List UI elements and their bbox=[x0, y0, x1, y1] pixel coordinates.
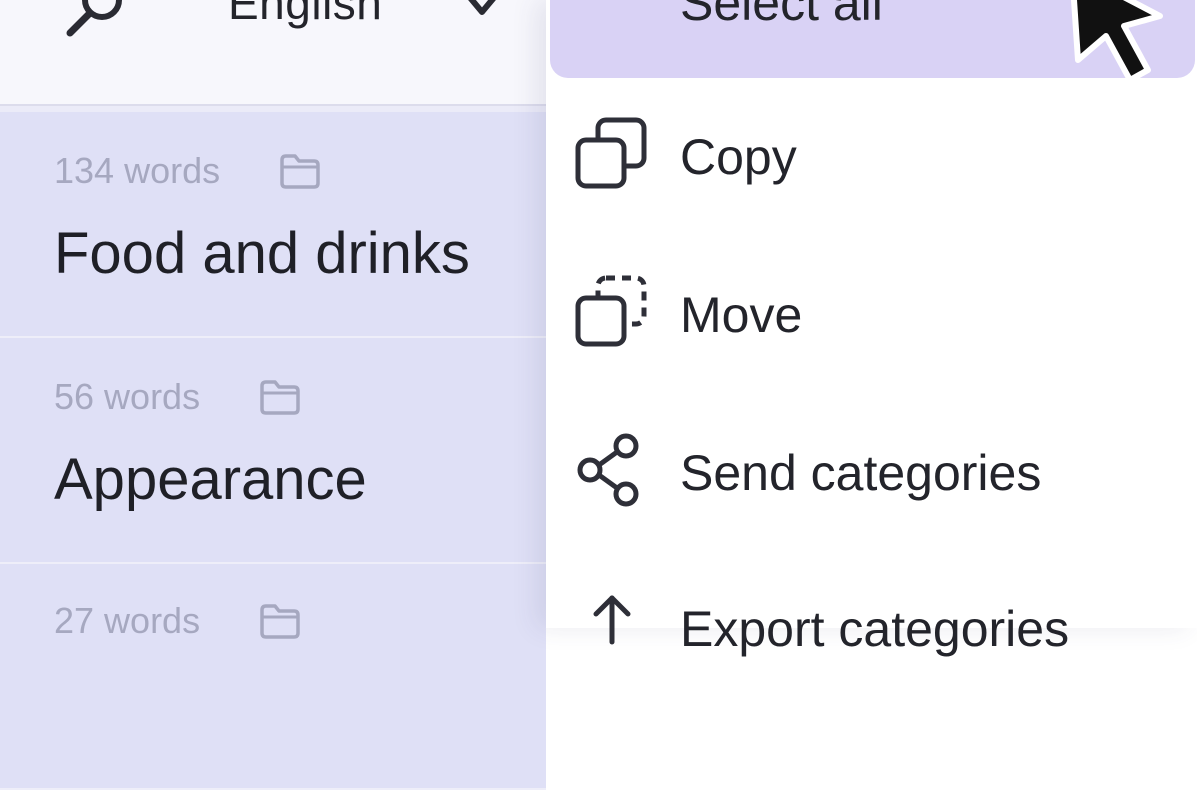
folder-icon bbox=[280, 154, 320, 189]
category-item-appearance[interactable]: 56 words Appearance bbox=[0, 338, 546, 564]
category-item-food-and-drinks[interactable]: 134 words Food and drinks bbox=[0, 112, 546, 338]
menu-item-send-categories[interactable]: Send categories bbox=[546, 396, 1197, 546]
top-bar: English bbox=[0, 0, 546, 106]
chevron-down-icon[interactable] bbox=[462, 0, 502, 20]
mouse-pointer-icon bbox=[1070, 0, 1163, 83]
search-button[interactable] bbox=[62, 0, 132, 44]
menu-item-export-categories[interactable]: Export categories bbox=[546, 556, 1197, 706]
select-all-icon bbox=[574, 0, 650, 36]
menu-item-label: Send categories bbox=[680, 445, 1042, 501]
folder-icon bbox=[260, 380, 300, 415]
menu-item-label: Copy bbox=[680, 129, 797, 185]
export-icon bbox=[593, 595, 631, 645]
language-selector[interactable]: English bbox=[228, 0, 382, 30]
word-count: 134 words bbox=[54, 150, 221, 191]
folder-icon bbox=[260, 604, 300, 639]
category-item-partial[interactable]: 27 words bbox=[0, 564, 546, 790]
word-count: 56 words bbox=[54, 376, 201, 417]
category-name: Food and drinks bbox=[54, 221, 470, 286]
word-count: 27 words bbox=[54, 600, 201, 641]
menu-item-label: Move bbox=[680, 287, 803, 343]
menu-item-move[interactable]: Move bbox=[546, 238, 1197, 388]
move-icon bbox=[575, 275, 647, 347]
menu-item-label: Select all bbox=[680, 0, 883, 31]
copy-icon bbox=[575, 117, 647, 189]
category-name: Appearance bbox=[54, 447, 367, 512]
share-icon bbox=[577, 433, 639, 507]
menu-item-label: Export categories bbox=[680, 601, 1070, 657]
category-list-panel: English 134 words Food and drinks 56 wor… bbox=[0, 0, 546, 790]
search-icon bbox=[66, 0, 122, 37]
